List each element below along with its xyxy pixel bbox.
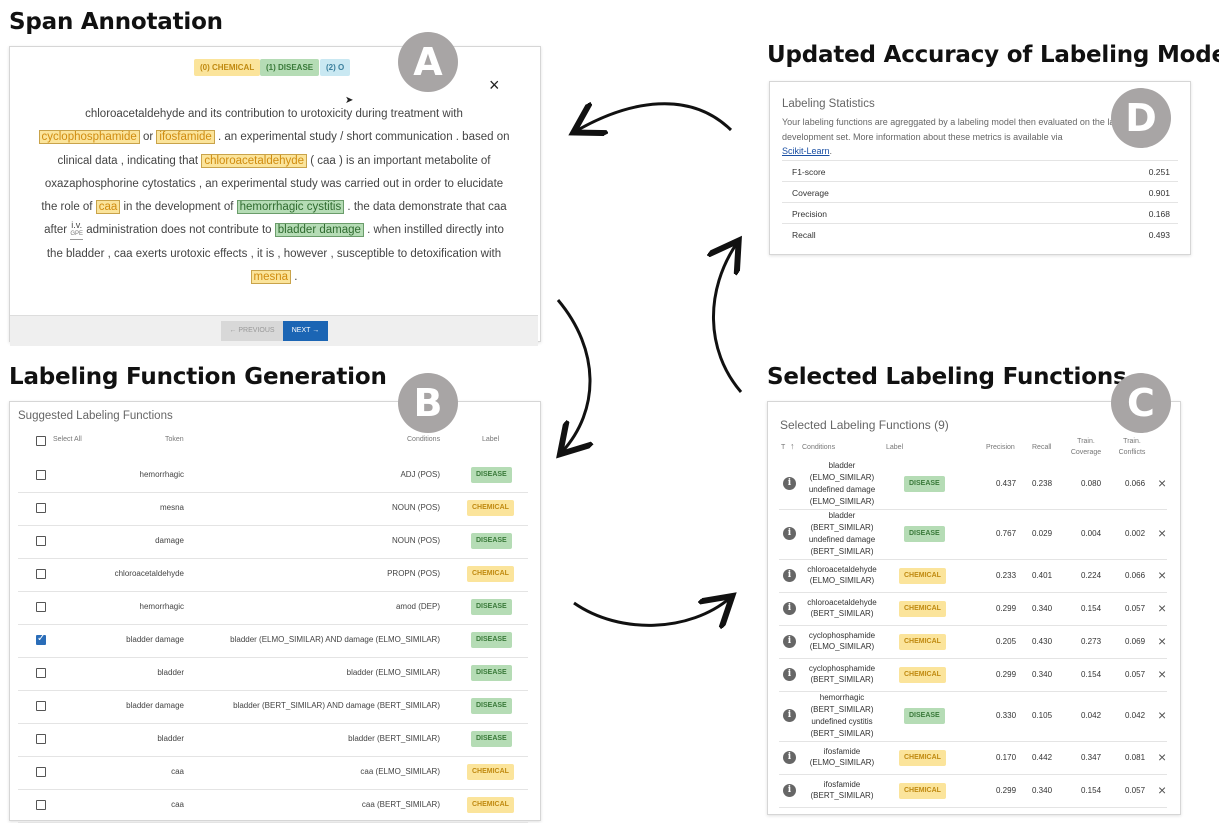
- arrow-a-to-b: [558, 299, 590, 452]
- arrow-c-to-d: [713, 243, 743, 393]
- arrow-d-to-a: [576, 104, 733, 131]
- workflow-arrows: [0, 0, 743, 818]
- arrow-b-to-c: [573, 598, 730, 625]
